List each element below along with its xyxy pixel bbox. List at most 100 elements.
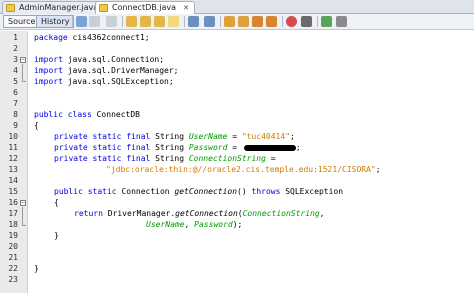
toolbar-separator: [282, 16, 283, 27]
keyword: import: [34, 55, 63, 64]
toggle-bookmark-icon[interactable]: [188, 16, 199, 27]
line-number: 9: [13, 121, 18, 130]
code-text: ;: [375, 165, 381, 174]
code-text: (): [237, 187, 252, 196]
java-file-icon: [99, 4, 108, 12]
line-number: 18: [8, 220, 18, 229]
line-number: 13: [8, 165, 18, 174]
code-line-1: package cis4362connect1;: [34, 32, 150, 43]
line-number: 11: [8, 143, 18, 152]
line-number: 1: [13, 33, 18, 42]
line-number: 5: [13, 77, 18, 86]
tab-connectdb[interactable]: ConnectDB.java ✕: [95, 1, 195, 15]
line-number: 2: [13, 44, 18, 53]
code-text: ,: [184, 220, 195, 229]
line-number: 12: [8, 154, 18, 163]
code-line-9: {: [34, 120, 39, 131]
toolbar-separator: [184, 16, 185, 27]
toolbar-separator: [72, 16, 73, 27]
code-text: cis4362connect1;: [67, 33, 150, 42]
line-number: 3: [13, 55, 18, 64]
shift-right-icon[interactable]: [238, 16, 249, 27]
field-name: Password: [188, 143, 228, 152]
last-edit-icon[interactable]: [76, 16, 87, 27]
line-number: 19: [8, 231, 18, 240]
editor-toolbar: Source History: [0, 14, 474, 30]
previous-bookmark-icon[interactable]: [204, 16, 215, 27]
method-name: getConnection: [174, 187, 238, 196]
toolbar-separator: [122, 16, 123, 27]
line-number: 21: [8, 253, 18, 262]
fold-guide: [22, 207, 23, 225]
line-number-gutter: 1 2 3 4 5 6 7 8 9 10 11 12 13 14 15 16 1…: [0, 31, 28, 293]
find-next-icon[interactable]: [154, 16, 165, 27]
uncomment-icon[interactable]: [266, 16, 277, 27]
code-editor[interactable]: 1 2 3 4 5 6 7 8 9 10 11 12 13 14 15 16 1…: [0, 31, 474, 293]
close-icon[interactable]: ✕: [183, 5, 190, 12]
history-button[interactable]: History: [36, 15, 75, 28]
code-text: =: [227, 132, 242, 141]
code-text: String: [150, 132, 189, 141]
redacted-password: [243, 144, 296, 151]
toggle-highlight-icon[interactable]: [168, 16, 179, 27]
code-text: java.sql.DriverManager;: [62, 66, 179, 75]
keyword: private static final: [54, 132, 151, 141]
keyword: throws: [251, 187, 281, 196]
line-number: 7: [13, 99, 18, 108]
keyword: public class: [34, 110, 92, 119]
code-line-8: public class ConnectDB: [34, 109, 140, 120]
find-previous-icon[interactable]: [140, 16, 151, 27]
string-literal: "tuc40414": [241, 132, 291, 141]
code-text: );: [232, 220, 243, 229]
comment-icon[interactable]: [252, 16, 263, 27]
code-text: java.sql.SQLException;: [62, 77, 174, 86]
code-text: ConnectDB: [91, 110, 140, 119]
keyword: import: [34, 77, 63, 86]
editor-tab-bar: AdminManager.java ✕ ConnectDB.java ✕: [0, 0, 474, 15]
fold-guide: [22, 64, 23, 81]
line-number: 23: [8, 275, 18, 284]
keyword: public static: [54, 187, 117, 196]
shift-left-icon[interactable]: [224, 16, 235, 27]
code-line-4: import java.sql.DriverManager;: [34, 65, 179, 76]
code-text: {: [54, 198, 59, 207]
code-text: =: [265, 154, 276, 163]
code-text: ;: [295, 143, 301, 152]
code-line-10: private static final String UserName = "…: [54, 131, 295, 142]
line-number: 8: [13, 110, 18, 119]
code-line-18: UserName, Password);: [146, 219, 242, 230]
keyword: package: [34, 33, 68, 42]
field-name: ConnectionString: [242, 209, 320, 218]
line-number: 16: [8, 198, 18, 207]
code-text: ,: [319, 209, 325, 218]
forward-icon[interactable]: [106, 16, 117, 27]
fold-collapse-icon[interactable]: −: [20, 200, 26, 206]
toolbar-separator: [317, 16, 318, 27]
validate-icon[interactable]: [336, 16, 347, 27]
code-line-22: }: [34, 263, 39, 274]
code-text: Connection: [116, 187, 175, 196]
back-icon[interactable]: [89, 16, 100, 27]
code-line-16: {: [54, 197, 59, 208]
stop-macro-icon[interactable]: [301, 16, 312, 27]
field-name: Password: [194, 220, 233, 229]
code-text: =: [227, 143, 242, 152]
keyword: private static final: [54, 143, 151, 152]
method-name: getConnection: [175, 209, 238, 218]
line-number: 10: [8, 132, 18, 141]
line-number: 6: [13, 88, 18, 97]
check-file-icon[interactable]: [321, 16, 332, 27]
string-literal: "jdbc:oracle:thin:@//oracle2.cis.temple.…: [106, 165, 376, 174]
source-button[interactable]: Source: [3, 15, 41, 28]
fold-collapse-icon[interactable]: −: [20, 57, 26, 63]
fold-guide-end: [22, 81, 26, 82]
start-macro-icon[interactable]: [286, 16, 297, 27]
find-icon[interactable]: [126, 16, 137, 27]
line-number: 20: [8, 242, 18, 251]
code-line-13: "jdbc:oracle:thin:@//oracle2.cis.temple.…: [106, 164, 381, 175]
line-number: 22: [8, 264, 18, 273]
code-line-15: public static Connection getConnection()…: [54, 186, 343, 197]
java-file-icon: [6, 4, 15, 12]
code-text: ;: [290, 132, 295, 141]
line-number: 17: [8, 209, 18, 218]
